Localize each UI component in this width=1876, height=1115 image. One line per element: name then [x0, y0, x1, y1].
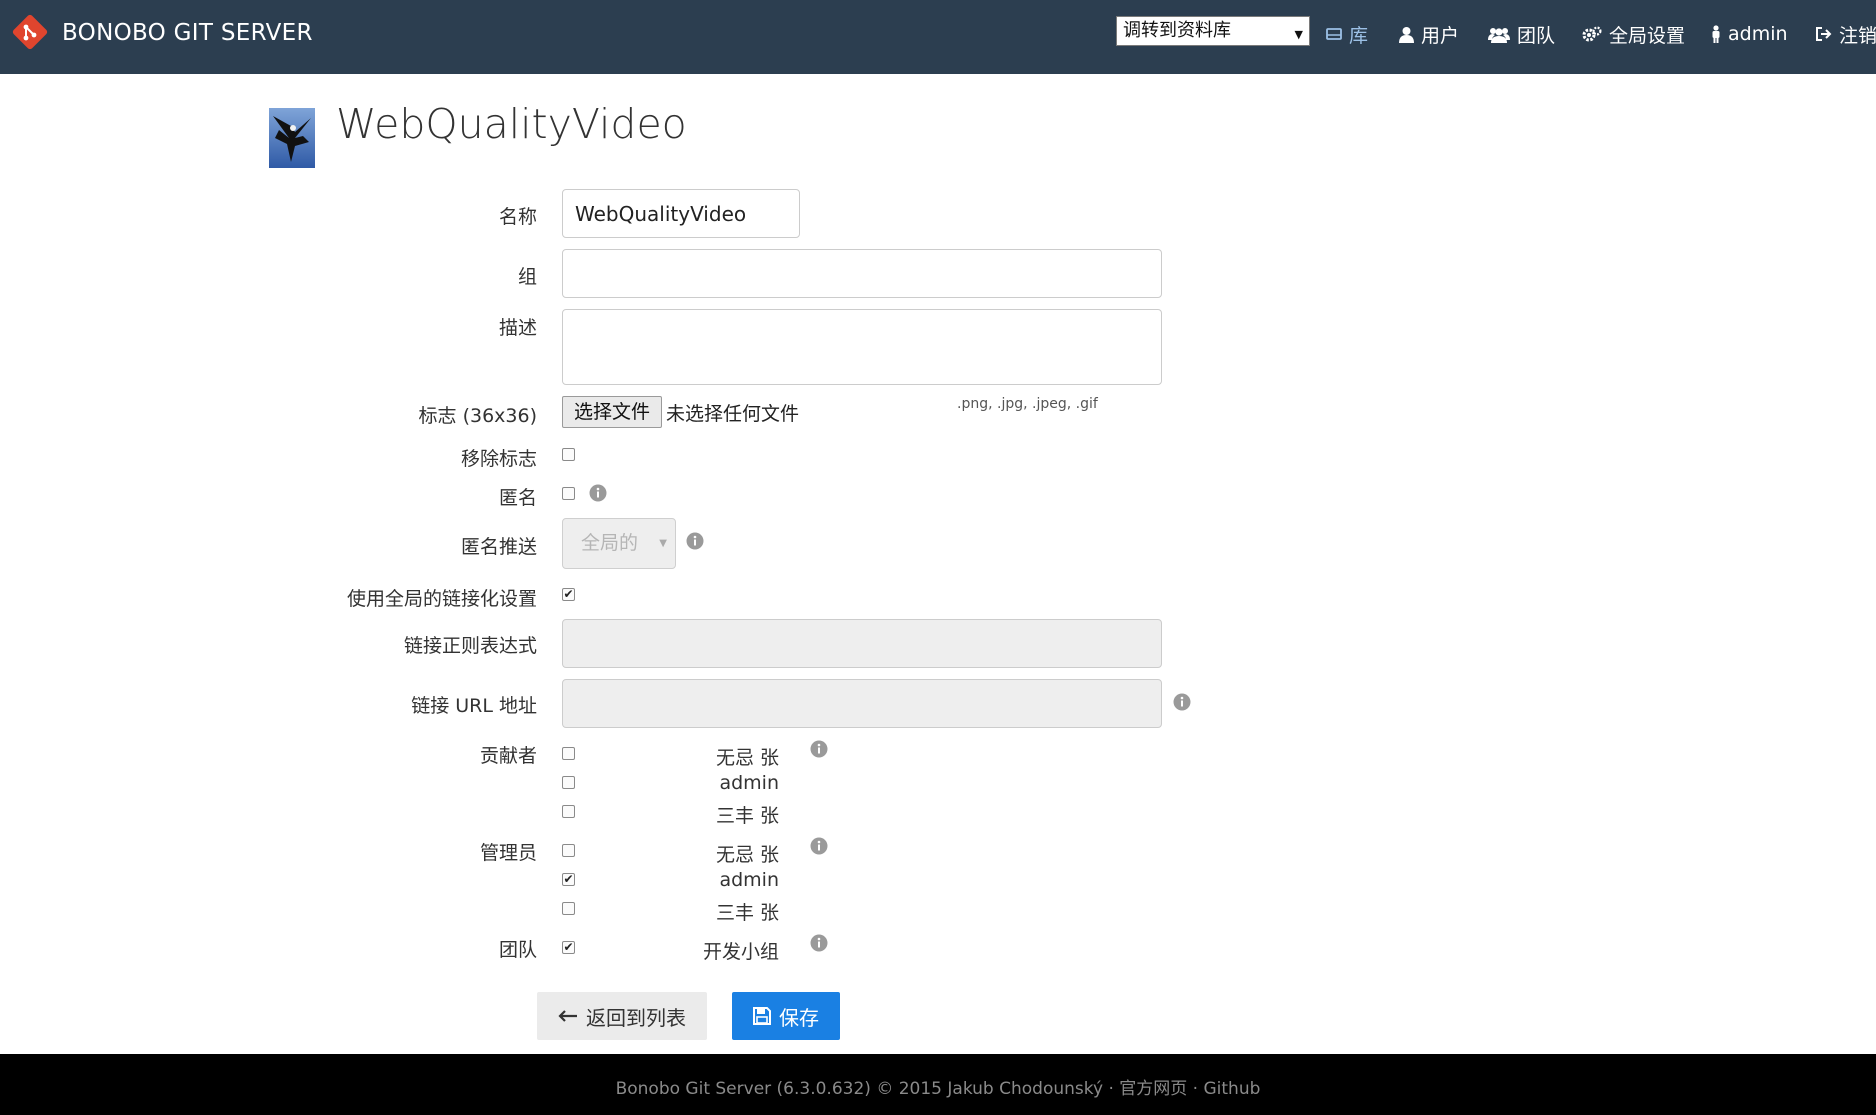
remove-logo-checkbox[interactable]	[562, 448, 575, 461]
back-to-list-button[interactable]: 返回到列表	[537, 992, 707, 1040]
footer: Bonobo Git Server (6.3.0.632) © 2015 Jak…	[0, 1054, 1876, 1115]
nav-logout[interactable]: 注销	[1815, 20, 1876, 48]
description-label: 描述	[498, 317, 537, 339]
dropdown-caret-icon: ▼	[659, 538, 667, 549]
nav-global-settings-label: 全局设置	[1609, 24, 1686, 47]
nav-global-settings[interactable]: 全局设置	[1582, 20, 1685, 48]
teams-label: 团队	[498, 939, 537, 961]
contributor-name: admin	[719, 772, 779, 794]
info-icon[interactable]	[810, 740, 828, 758]
save-label: 保存	[779, 1005, 819, 1030]
link-regex-label: 链接正则表达式	[403, 635, 537, 657]
nav-repositories[interactable]: 库	[1326, 20, 1368, 48]
back-to-list-label: 返回到列表	[586, 1005, 686, 1030]
contributor-name: 无忌 张	[715, 747, 779, 769]
anonymous-checkbox[interactable]	[562, 487, 575, 500]
group-label: 组	[517, 266, 537, 288]
user-icon	[1399, 26, 1414, 43]
arrow-left-icon	[558, 1010, 577, 1022]
administrator-checkbox[interactable]	[562, 844, 575, 857]
nav-logout-label: 注销	[1839, 24, 1876, 47]
nav-users-label: 用户	[1421, 24, 1460, 47]
repository-icon	[1326, 28, 1342, 40]
nav-admin[interactable]: admin	[1711, 20, 1788, 48]
page-title: WebQualityVideo	[336, 100, 687, 148]
administrator-checkbox[interactable]: ✔	[562, 873, 575, 886]
file-types-hint: .png, .jpg, .jpeg, .gif	[957, 396, 1098, 412]
repository-logo-eagle-icon	[269, 108, 315, 168]
nav-teams-label: 团队	[1517, 24, 1556, 47]
anonymous-label: 匿名	[498, 487, 537, 509]
administrator-name: 三丰 张	[715, 902, 779, 924]
team-name: 开发小组	[702, 941, 779, 963]
group-input[interactable]	[562, 249, 1162, 298]
nav-teams[interactable]: 团队	[1488, 20, 1555, 48]
contributor-checkbox[interactable]	[562, 776, 575, 789]
team-icon	[1488, 27, 1510, 43]
nav-admin-label: admin	[1728, 23, 1788, 45]
file-status-text: 未选择任何文件	[666, 403, 800, 425]
info-icon[interactable]	[686, 532, 704, 550]
nav-repositories-label: 库	[1349, 24, 1369, 47]
info-icon[interactable]	[810, 837, 828, 855]
footer-copyright: Bonobo Git Server (6.3.0.632) © 2015 Jak…	[615, 1079, 1104, 1099]
person-icon	[1712, 25, 1720, 43]
gears-icon	[1582, 25, 1602, 41]
contributors-label: 贡献者	[479, 745, 537, 767]
repo-jump-label: 调转到资料库	[1123, 20, 1231, 41]
info-icon[interactable]	[589, 484, 607, 502]
git-logo-icon[interactable]	[11, 13, 49, 51]
name-label: 名称	[498, 206, 537, 228]
contributor-checkbox[interactable]	[562, 747, 575, 760]
global-linkify-label: 使用全局的链接化设置	[346, 588, 537, 610]
footer-github-link[interactable]: Github	[1204, 1079, 1261, 1099]
nav-users[interactable]: 用户	[1399, 20, 1459, 48]
administrator-checkbox[interactable]	[562, 902, 575, 915]
brand-title[interactable]: BONOBO GIT SERVER	[62, 20, 313, 46]
footer-homepage-link[interactable]: 官方网页	[1119, 1079, 1187, 1099]
link-url-input	[562, 679, 1162, 728]
global-linkify-checkbox[interactable]: ✔	[562, 588, 575, 601]
dropdown-arrow-icon: ▼	[1294, 28, 1303, 41]
remove-logo-label: 移除标志	[460, 448, 537, 470]
navbar: BONOBO GIT SERVER 调转到资料库 ▼ 库 用户 团队 全局设置 …	[0, 0, 1876, 74]
footer-separator: ·	[1103, 1079, 1120, 1099]
logo-label: 标志 (36x36)	[418, 405, 537, 427]
team-checkbox[interactable]: ✔	[562, 941, 575, 954]
administrator-name: admin	[719, 869, 779, 891]
administrator-name: 无忌 张	[715, 844, 779, 866]
footer-text: Bonobo Git Server (6.3.0.632) © 2015 Jak…	[0, 1074, 1876, 1099]
anonymous-push-label: 匿名推送	[460, 536, 537, 558]
logout-icon	[1816, 27, 1832, 41]
save-button[interactable]: 保存	[732, 992, 840, 1040]
anonymous-push-select: 全局的 ▼	[562, 518, 676, 569]
description-textarea[interactable]	[562, 309, 1162, 385]
anonymous-push-value: 全局的	[581, 532, 639, 554]
link-regex-input	[562, 619, 1162, 668]
name-input[interactable]: WebQualityVideo	[562, 189, 800, 238]
info-icon[interactable]	[1173, 693, 1191, 711]
repo-jump-select[interactable]: 调转到资料库 ▼	[1116, 16, 1310, 46]
choose-file-button[interactable]: 选择文件	[562, 396, 662, 428]
contributor-name: 三丰 张	[715, 805, 779, 827]
save-icon	[753, 1007, 771, 1025]
footer-separator: ·	[1187, 1079, 1204, 1099]
info-icon[interactable]	[810, 934, 828, 952]
contributor-checkbox[interactable]	[562, 805, 575, 818]
name-input-value: WebQualityVideo	[575, 201, 747, 226]
administrators-label: 管理员	[479, 842, 537, 864]
link-url-label: 链接 URL 地址	[411, 695, 537, 717]
